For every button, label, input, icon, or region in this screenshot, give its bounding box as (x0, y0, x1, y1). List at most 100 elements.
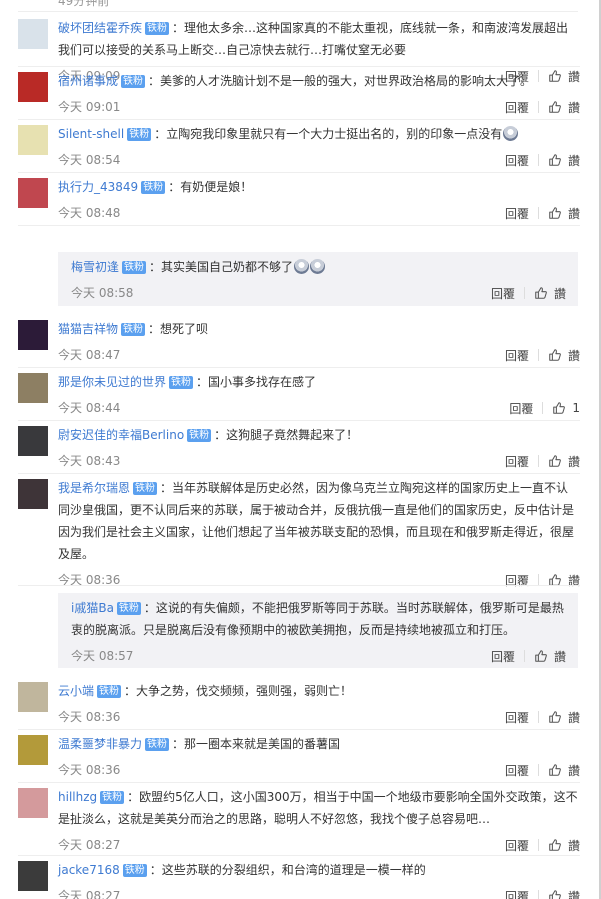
like-count: 讚 (553, 649, 566, 664)
comment-text: i戚猫Ba 铁粉 ：这说的有失偏颇，不能把俄罗斯等同于苏联。当时苏联解体，俄罗斯可是… (71, 597, 566, 641)
action-divider (542, 402, 544, 414)
reply-button[interactable]: 回覆 (505, 709, 529, 726)
comment-text: 尉安迟佳的幸福Berlino 铁粉 ：这狗腿子竟然舞起来了！ (58, 424, 580, 446)
fan-badge: 铁粉 (121, 75, 146, 88)
username-link[interactable]: 那是你未见过的世界 (58, 375, 166, 389)
comment-actions: 回覆 讚 (505, 707, 580, 727)
reply-button[interactable]: 回覆 (505, 152, 529, 169)
comment-text: 破坏团结霍乔疾 铁粉 ：理他太多余…这种国家真的不能太重视，底线就一条，和南波湾发展… (58, 17, 580, 61)
reply-button[interactable]: 回覆 (505, 888, 529, 899)
username-link[interactable]: 云小端 (58, 684, 94, 698)
username-link[interactable]: 破坏团结霍乔疾 (58, 21, 142, 35)
like-button[interactable]: 讚 (534, 648, 566, 665)
like-button[interactable]: 讚 (548, 347, 580, 364)
avatar[interactable] (18, 178, 48, 208)
comment-content: ：有奶便是娘！ (168, 180, 253, 194)
username-link[interactable]: 尉安迟佳的幸福Berlino (58, 428, 184, 442)
username-link[interactable]: jacke7168 (58, 863, 120, 877)
like-count: 讚 (567, 153, 580, 168)
action-divider (537, 101, 539, 113)
reply-button[interactable]: 回覆 (505, 99, 529, 116)
reply-button[interactable]: 回覆 (505, 837, 529, 854)
comment-body: 猫猫吉祥物 铁粉 ：想死了呗 今天 08:47 回覆 讚 (58, 318, 580, 365)
comment-time: 今天 08:54 (58, 153, 121, 167)
like-button[interactable]: 讚 (534, 285, 566, 302)
reply-button[interactable]: 回覆 (491, 285, 515, 302)
comment-time: 今天 08:48 (58, 206, 121, 220)
thumbs-up-icon (549, 101, 561, 113)
action-divider (537, 207, 539, 219)
avatar[interactable] (18, 788, 48, 818)
like-button[interactable]: 讚 (548, 762, 580, 779)
comment-text: 梅雪初逢 铁粉 ：其实美国自己奶都不够了 (71, 256, 566, 278)
fan-badge: 铁粉 (97, 685, 122, 698)
avatar[interactable] (18, 125, 48, 155)
comment-text: 宿州诸事成 铁粉 ：美爹的人才洗脑计划不是一般的强大，对世界政治格局的影响太大了。 (58, 70, 580, 92)
like-button[interactable]: 讚 (548, 837, 580, 854)
username-link[interactable]: hillhzg (58, 790, 97, 804)
like-button[interactable]: 讚 (548, 709, 580, 726)
comment-item: 破坏团结霍乔疾 铁粉 ：理他太多余…这种国家真的不能太重视，底线就一条，和南波湾发展… (18, 14, 580, 84)
comment-body: hillhzg 铁粉 ：欧盟约5亿人口，这小国300万，相当于中国一个地级市要影响全… (58, 786, 580, 855)
comment-meta: 今天 08:43 回覆 讚 (58, 451, 580, 471)
avatar[interactable] (18, 735, 48, 765)
username-link[interactable]: 温柔噩梦非暴力 (58, 737, 142, 751)
fan-badge: 铁粉 (122, 864, 147, 877)
comment-feed: 49分钟前 破坏团结霍乔疾 铁粉 ：理他太多余…这种国家真的不能太重视，底线就一条，… (0, 0, 601, 899)
action-divider (537, 890, 539, 899)
avatar[interactable] (18, 426, 48, 456)
comment-item: hillhzg 铁粉 ：欧盟约5亿人口，这小国300万，相当于中国一个地级市要影响全… (18, 783, 580, 856)
like-button[interactable]: 讚 (548, 888, 580, 899)
comment-text: hillhzg 铁粉 ：欧盟约5亿人口，这小国300万，相当于中国一个地级市要影响全… (58, 786, 580, 830)
avatar[interactable] (18, 479, 48, 509)
avatar[interactable] (18, 320, 48, 350)
reply-button[interactable]: 回覆 (505, 453, 529, 470)
action-divider (537, 154, 539, 166)
comment-content: ：国小事多找存在感了 (196, 375, 317, 389)
username-link[interactable]: Silent-shell (58, 127, 124, 141)
reply-button[interactable]: 回覆 (505, 347, 529, 364)
comment-meta: 今天 08:36 回覆讚 (58, 570, 580, 590)
action-divider (523, 650, 525, 662)
like-count: 讚 (567, 710, 580, 725)
like-button[interactable]: 讚 (548, 205, 580, 222)
thumbs-up-icon (549, 207, 561, 219)
reply-button[interactable]: 回覆 (509, 400, 533, 417)
like-button[interactable]: 讚 (548, 152, 580, 169)
comment-text: 猫猫吉祥物 铁粉 ：想死了呗 (58, 318, 580, 340)
comment-actions: 回覆 讚 (505, 203, 580, 223)
comment-actions: 回覆 讚 (505, 886, 580, 899)
comment-item: Silent-shell 铁粉 ：立陶宛我印象里就只有一个大力士挺出名的，别的印象一… (18, 120, 580, 173)
avatar[interactable] (18, 72, 48, 102)
username-link[interactable]: 梅雪初逢 (71, 260, 119, 274)
action-divider (537, 711, 539, 723)
avatar[interactable] (18, 682, 48, 712)
username-link[interactable]: 宿州诸事成 (58, 74, 118, 88)
username-link[interactable]: 猫猫吉祥物 (58, 322, 118, 336)
sub-reply: i戚猫Ba 铁粉 ：这说的有失偏颇，不能把俄罗斯等同于苏联。当时苏联解体，俄罗斯可是… (58, 593, 578, 668)
username-link[interactable]: 我是希尔瑞恩 (58, 481, 130, 495)
comment-body: 执行力_43849 铁粉 ：有奶便是娘！ 今天 08:48 回覆 讚 (58, 176, 580, 223)
reply-button[interactable]: 回覆 (491, 648, 515, 665)
comment-time: 今天 08:43 (58, 454, 121, 468)
comment-body: 尉安迟佳的幸福Berlino 铁粉 ：这狗腿子竟然舞起来了！ 今天 08:43 回覆 讚 (58, 424, 580, 471)
comment-content: ：那一圈本来就是美国的番薯国 (172, 737, 341, 751)
username-link[interactable]: 执行力_43849 (58, 180, 138, 194)
username-link[interactable]: i戚猫Ba (71, 601, 114, 615)
avatar[interactable] (18, 861, 48, 891)
like-button[interactable]: 讚 (548, 453, 580, 470)
fan-badge: 铁粉 (133, 482, 158, 495)
avatar[interactable] (18, 19, 48, 49)
reply-button[interactable]: 回覆 (505, 762, 529, 779)
avatar[interactable] (18, 373, 48, 403)
comment-item: jacke7168 铁粉 ：这些苏联的分裂组织，和台湾的道理是一模一样的 今天 08:… (18, 856, 580, 899)
action-divider (537, 764, 539, 776)
fan-badge: 铁粉 (169, 376, 194, 389)
like-button[interactable]: 1 (552, 401, 580, 415)
reply-button[interactable]: 回覆 (505, 205, 529, 222)
comment-body: 宿州诸事成 铁粉 ：美爹的人才洗脑计划不是一般的强大，对世界政治格局的影响太大了。今… (58, 70, 580, 117)
comment-time: 今天 08:44 (58, 401, 121, 415)
like-button[interactable]: 讚 (548, 99, 580, 116)
previous-comment-time: 49分钟前 (58, 0, 110, 8)
comment-actions: 回覆 讚 (505, 835, 580, 855)
